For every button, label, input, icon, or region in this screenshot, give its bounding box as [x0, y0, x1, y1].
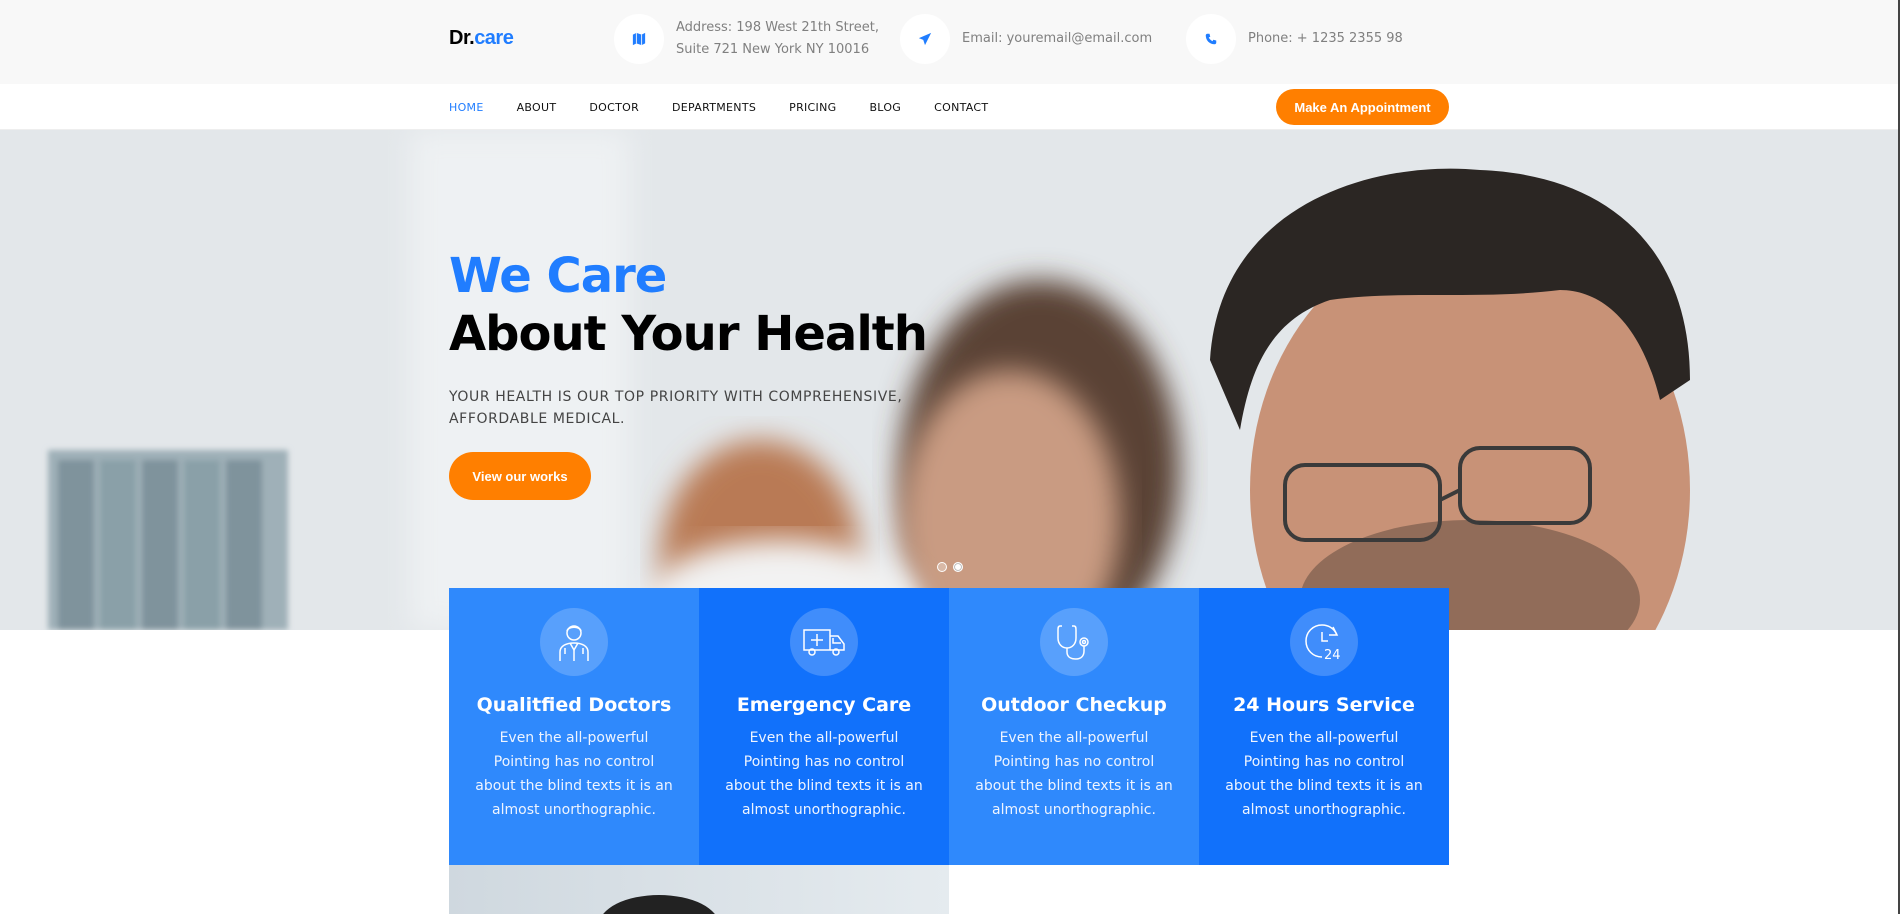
service-card-qualified-doctors[interactable]: Qualitfied Doctors Even the all-powerful… [449, 588, 699, 865]
service-description: Even the all-powerful Pointing has no co… [975, 730, 1173, 818]
nav-item-blog[interactable]: BLOG [869, 101, 901, 114]
hero-subtitle: YOUR HEALTH IS OUR TOP PRIORITY WITH COM… [449, 389, 903, 427]
address-info: Address: 198 West 21th Street, Suite 721… [614, 14, 879, 64]
hero-slider: We Care About Your Health YOUR HEALTH IS… [0, 130, 1900, 630]
logo-suffix: care [474, 27, 514, 49]
about-section-image-peek [449, 865, 949, 914]
hero-title-line-2: About Your Health [449, 306, 928, 362]
email-info: Email: youremail@email.com [900, 14, 1152, 64]
service-description: Even the all-powerful Pointing has no co… [1225, 730, 1423, 818]
service-title: 24 Hours Service [1233, 694, 1415, 716]
doctor-icon [540, 608, 608, 676]
nav-item-about[interactable]: ABOUT [517, 101, 557, 114]
slider-dots [937, 562, 969, 572]
make-appointment-button[interactable]: Make An Appointment [1276, 89, 1449, 125]
nav-item-doctor[interactable]: DOCTOR [589, 101, 639, 114]
service-title: Qualitfied Doctors [476, 694, 672, 716]
paper-plane-icon [900, 14, 950, 64]
slider-dot-1[interactable] [937, 562, 947, 572]
email-text[interactable]: Email: youremail@email.com [962, 28, 1152, 50]
service-title: Emergency Care [736, 694, 912, 716]
nav-item-contact[interactable]: CONTACT [934, 101, 988, 114]
view-works-button[interactable]: View our works [449, 452, 591, 500]
nav-item-home[interactable]: HOME [449, 101, 484, 114]
nav-item-departments[interactable]: DEPARTMENTS [672, 101, 756, 114]
hero-title-line-1: We Care [449, 248, 667, 304]
phone-icon [1186, 14, 1236, 64]
main-navbar: HOME ABOUT DOCTOR DEPARTMENTS PRICING BL… [0, 84, 1900, 130]
service-card-24-hours-service[interactable]: 24 24 Hours Service Even the all-powerfu… [1199, 588, 1449, 865]
stethoscope-icon [1040, 608, 1108, 676]
svg-text:24: 24 [1324, 648, 1341, 663]
phone-info: Phone: + 1235 2355 98 [1186, 14, 1403, 64]
address-line-2: Suite 721 New York NY 10016 [676, 42, 870, 57]
top-info-bar: Dr.care Address: 198 West 21th Street, S… [0, 0, 1900, 84]
service-title: Outdoor Checkup [981, 694, 1167, 716]
logo-prefix: Dr. [449, 27, 475, 49]
service-description: Even the all-powerful Pointing has no co… [725, 730, 923, 818]
hero-background-image [0, 130, 1900, 630]
site-logo[interactable]: Dr.care [449, 27, 514, 50]
service-description: Even the all-powerful Pointing has no co… [475, 730, 673, 818]
phone-text[interactable]: Phone: + 1235 2355 98 [1248, 28, 1403, 50]
nav-menu: HOME ABOUT DOCTOR DEPARTMENTS PRICING BL… [449, 84, 1021, 130]
map-icon [614, 14, 664, 64]
person-photo [599, 895, 719, 914]
ambulance-icon [790, 608, 858, 676]
address-line-1: Address: 198 West 21th Street, [676, 20, 879, 35]
service-card-outdoor-checkup[interactable]: Outdoor Checkup Even the all-powerful Po… [949, 588, 1199, 865]
clock-24-icon: 24 [1290, 608, 1358, 676]
services-section: Qualitfied Doctors Even the all-powerful… [449, 588, 1449, 865]
nav-item-pricing[interactable]: PRICING [789, 101, 836, 114]
slider-dot-2[interactable] [953, 562, 963, 572]
service-card-emergency-care[interactable]: Emergency Care Even the all-powerful Poi… [699, 588, 949, 865]
